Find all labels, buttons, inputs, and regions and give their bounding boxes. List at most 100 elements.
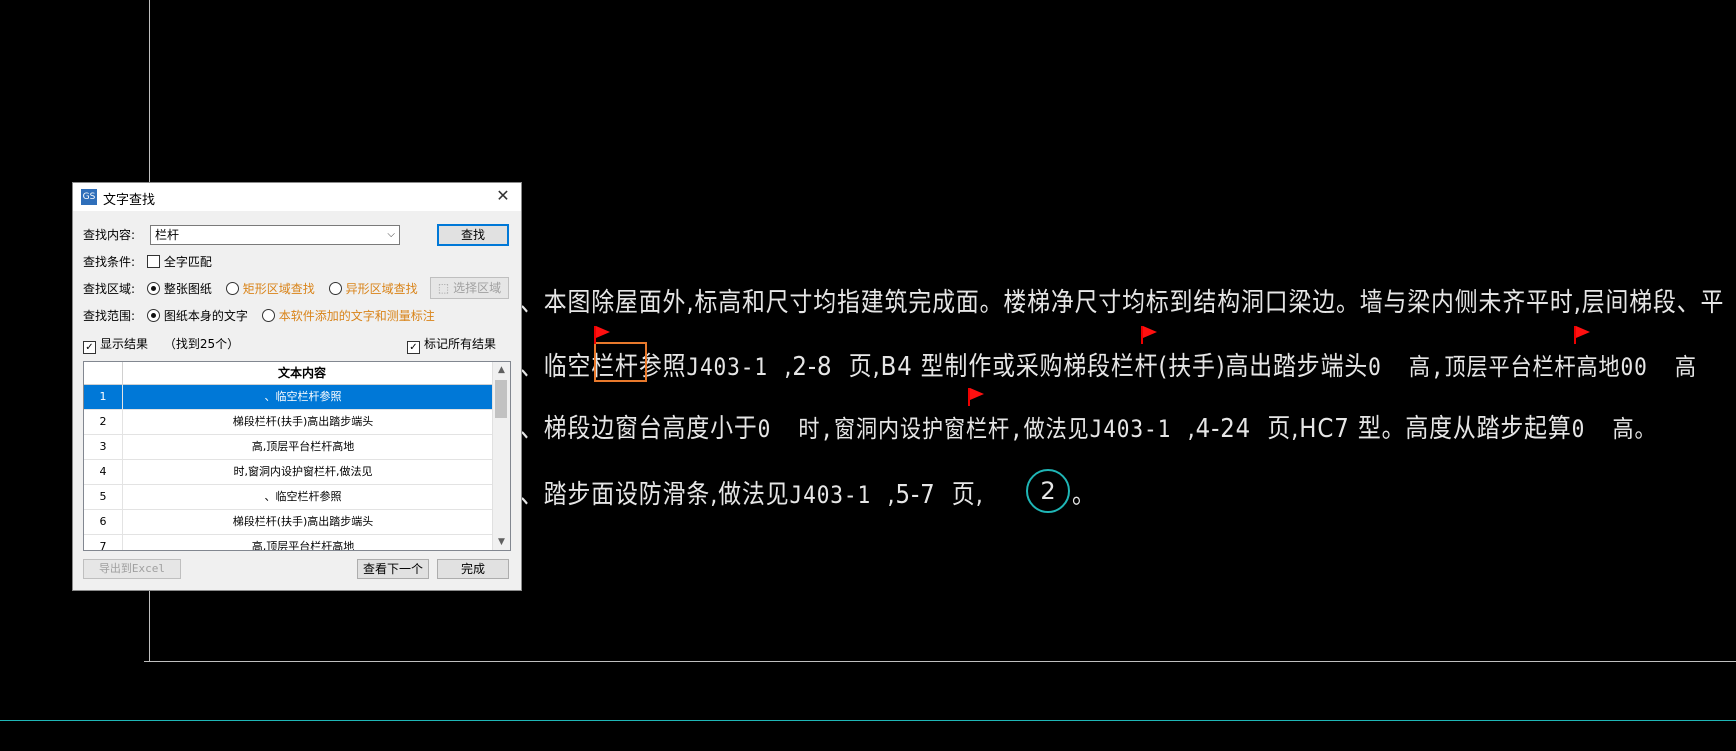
search-value: 栏杆	[155, 228, 180, 242]
text-segment: 00 高	[1620, 353, 1697, 381]
flag-icon	[1574, 326, 1590, 344]
text-segment: J403-1	[1089, 415, 1172, 443]
circle-number: 2	[1040, 477, 1056, 505]
chevron-down-icon[interactable]: ▼	[493, 534, 510, 550]
area-option-whole[interactable]: 整张图纸	[146, 282, 212, 296]
area-option-irregular[interactable]: 异形区域查找	[328, 282, 418, 296]
text-segment: 、临空	[520, 352, 592, 382]
table-row[interactable]: 5 、临空栏杆参照	[84, 485, 510, 510]
text-segment: 0 高,顶层平台栏杆高地	[1368, 353, 1621, 381]
condition-row: 查找条件: 全字匹配	[83, 251, 212, 273]
dialog-titlebar[interactable]: GS 文字查找 ✕	[73, 183, 521, 211]
row-index: 2	[84, 410, 123, 434]
text-segment: ,4-24 页,HC7 型。高度从踏步起算	[1171, 414, 1572, 444]
condition-label: 查找条件:	[83, 255, 136, 269]
whole-word-label: 全字匹配	[163, 255, 212, 269]
dialog-title: 文字查找	[103, 193, 156, 208]
text-segment: 、本图除屋面外,标高和尺寸均指建筑完成面。楼梯净尺寸均标到结构洞口梁边。墙与梁内…	[520, 288, 1725, 318]
scope-option-drawing[interactable]: 图纸本身的文字	[146, 309, 248, 323]
drawing-text-line-3: 、梯段边窗台高度小于0 时,窗洞内设护窗栏杆,做法见J403-1 ,4-24 页…	[520, 408, 1656, 445]
text-segment: 0 高。	[1571, 415, 1657, 443]
drawing-text-end: 。	[1072, 474, 1096, 511]
row-index: 1	[84, 385, 123, 409]
drawing-text-line-1: 、本图除屋面外,标高和尺寸均指建筑完成面。楼梯净尺寸均标到结构洞口梁边。墙与梁内…	[520, 282, 1724, 319]
scope-option-label: 图纸本身的文字	[163, 309, 248, 323]
row-text: 高,顶层平台栏杆高地	[251, 440, 355, 453]
scrollbar-thumb[interactable]	[495, 380, 507, 418]
scope-option-software[interactable]: 本软件添加的文字和测量标注	[261, 309, 435, 323]
text-search-dialog: GS 文字查找 ✕ 查找内容: 栏杆 ⌵ 查找 查找条件: 全字匹配 查找区域:…	[72, 182, 522, 591]
found-count: （找到25个）	[163, 337, 240, 351]
area-label: 查找区域:	[83, 282, 136, 296]
select-area-icon: ⬚	[437, 281, 450, 295]
view-next-button[interactable]: 查看下一个	[357, 559, 429, 579]
match-highlight-box	[594, 342, 647, 382]
chevron-down-icon[interactable]: ⌵	[387, 226, 395, 244]
text-segment: 、踏步面设防滑条,做法见	[520, 480, 790, 510]
app-logo-icon: GS	[81, 189, 97, 205]
table-row[interactable]: 7 高,顶层平台栏杆高地	[84, 535, 510, 550]
select-area-label: 选择区域	[453, 281, 502, 295]
flag-icon	[1141, 326, 1157, 344]
table-row[interactable]: 3 高,顶层平台栏杆高地	[84, 435, 510, 460]
checkbox-icon[interactable]	[146, 255, 160, 268]
radio-icon[interactable]	[225, 282, 239, 295]
row-index: 3	[84, 435, 123, 459]
radio-icon[interactable]	[261, 309, 275, 322]
whole-word-checkbox[interactable]: 全字匹配	[146, 255, 212, 269]
table-header: 文本内容	[84, 362, 510, 385]
close-button[interactable]: ✕	[491, 185, 515, 207]
row-text: 、临空栏杆参照	[264, 490, 342, 503]
mark-all-checkbox[interactable]: ✓ 标记所有结果	[407, 333, 496, 355]
circle-marker: 2	[1026, 469, 1070, 513]
row-index: 4	[84, 460, 123, 484]
search-input[interactable]: 栏杆 ⌵	[150, 225, 400, 245]
text-segment: J403-1	[789, 481, 872, 509]
row-text: 梯段栏杆(扶手)高出踏步端头	[232, 515, 374, 528]
cyan-guide-line	[0, 720, 1736, 721]
drawing-text-line-2: 、临空栏杆参照J403-1 ,2-8 页,B4 型制作或采购梯段栏杆(扶手)高出…	[520, 346, 1697, 383]
flag-icon	[968, 388, 984, 406]
area-option-rect[interactable]: 矩形区域查找	[225, 282, 315, 296]
text-segment: J403-1	[686, 353, 768, 381]
row-text: 时,窗洞内设护窗栏杆,做法见	[233, 465, 373, 478]
table-row[interactable]: 1 、临空栏杆参照	[84, 385, 510, 410]
scope-label: 查找范围:	[83, 309, 136, 323]
area-option-label: 异形区域查找	[345, 282, 418, 296]
area-option-label: 矩形区域查找	[242, 282, 315, 296]
flag-icon	[594, 326, 610, 344]
show-results-label: 显示结果	[100, 337, 149, 351]
header-text-content: 文本内容	[277, 366, 326, 380]
radio-icon[interactable]	[328, 282, 342, 295]
drawing-frame-horizontal	[144, 661, 1736, 662]
table-scrollbar[interactable]: ▲ ▼	[492, 362, 510, 550]
radio-selected-icon[interactable]	[146, 309, 160, 322]
table-row[interactable]: 6 梯段栏杆(扶手)高出踏步端头	[84, 510, 510, 535]
scope-option-label: 本软件添加的文字和测量标注	[278, 309, 435, 323]
export-excel-button[interactable]: 导出到Excel	[83, 559, 181, 579]
show-results-checkbox[interactable]: ✓ 显示结果	[83, 337, 149, 354]
row-text: 梯段栏杆(扶手)高出踏步端头	[232, 415, 374, 428]
table-row[interactable]: 2 梯段栏杆(扶手)高出踏步端头	[84, 410, 510, 435]
find-button[interactable]: 查找	[437, 224, 509, 246]
checkmark-icon[interactable]: ✓	[407, 341, 420, 354]
radio-selected-icon[interactable]	[146, 282, 160, 295]
row-index: 5	[84, 485, 123, 509]
header-index-cell	[84, 362, 123, 384]
text-segment: 、梯段边窗台高度小于	[520, 414, 758, 444]
checkmark-icon[interactable]: ✓	[83, 341, 96, 354]
search-label: 查找内容:	[83, 228, 136, 242]
area-row: 查找区域: 整张图纸 矩形区域查找 异形区域查找	[83, 278, 418, 300]
scope-row: 查找范围: 图纸本身的文字 本软件添加的文字和测量标注	[83, 305, 435, 327]
area-option-label: 整张图纸	[163, 282, 212, 296]
text-segment: 0 时,窗洞内设护窗栏杆,做法见	[757, 415, 1090, 443]
select-area-button[interactable]: ⬚ 选择区域	[430, 277, 509, 299]
done-button[interactable]: 完成	[437, 559, 509, 579]
results-row: ✓ 显示结果 （找到25个）	[83, 333, 239, 355]
results-table: 文本内容 1 、临空栏杆参照 2 梯段栏杆(扶手)高出踏步端头 3 高,顶层平台栏杆高…	[83, 361, 511, 551]
text-segment: ,5-7 页,	[871, 480, 984, 510]
text-segment: 。	[1072, 480, 1096, 510]
chevron-up-icon[interactable]: ▲	[493, 362, 510, 378]
row-index: 6	[84, 510, 123, 534]
table-row[interactable]: 4 时,窗洞内设护窗栏杆,做法见	[84, 460, 510, 485]
